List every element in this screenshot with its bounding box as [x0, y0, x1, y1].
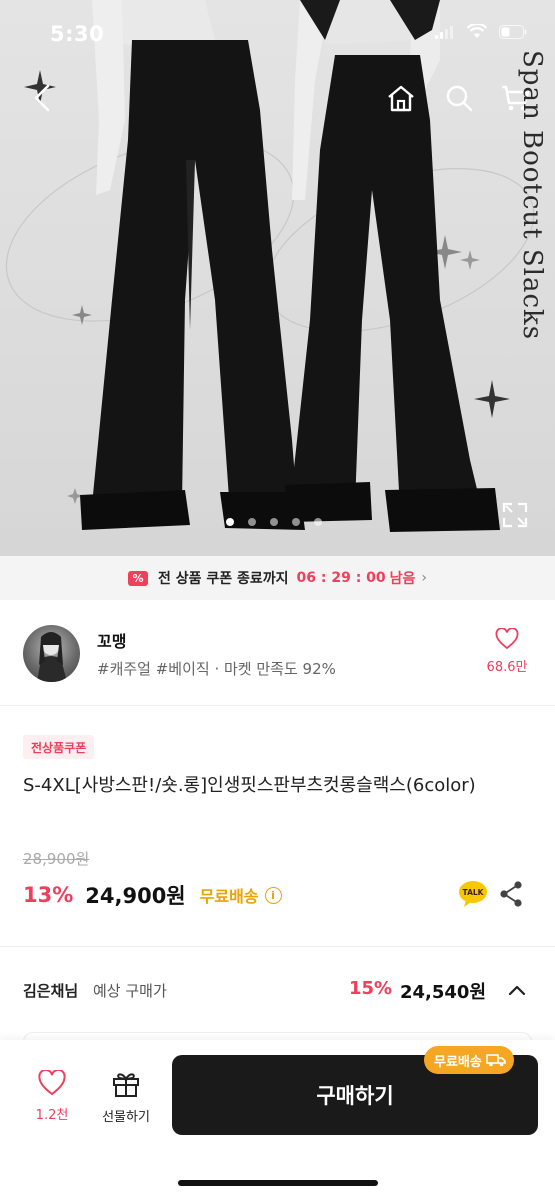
home-button[interactable] — [383, 80, 419, 116]
carousel-dot[interactable] — [226, 518, 234, 526]
coupon-icon: % — [127, 570, 148, 586]
carousel-indicator — [226, 518, 322, 526]
shop-name[interactable]: 꼬맹 — [97, 628, 126, 652]
expected-discount: 15% — [349, 978, 393, 999]
carousel-dot[interactable] — [292, 518, 300, 526]
coupon-timer: 06 : 29 : 00 — [296, 570, 386, 586]
bottom-action-bar: 1.2천 선물하기 구매하기 무료배송 — [0, 1040, 555, 1200]
expected-price: 24,540원 — [400, 982, 487, 1003]
discount-rate: 13% — [23, 883, 74, 907]
free-shipping-pill: 무료배송 — [424, 1046, 514, 1074]
search-icon — [446, 85, 473, 112]
back-button[interactable] — [24, 80, 60, 116]
free-shipping-label: 무료배송 — [199, 887, 259, 906]
home-indicator — [178, 1180, 378, 1186]
product-title: S-4XL[사방스판!/숏.롱]인생핏스판부츠컷롱슬랙스(6color) — [23, 775, 476, 796]
expand-icon — [502, 502, 528, 528]
price-row: 13% 24,900원 무료배송 i — [23, 880, 282, 910]
truck-icon — [486, 1054, 506, 1067]
shop-avatar[interactable] — [23, 625, 80, 682]
status-bar: 5:30 — [0, 0, 555, 70]
shop-info[interactable]: 꼬맹 #캐주얼 #베이직 · 마켓 만족도 92% 68.6만 — [0, 600, 555, 706]
carousel-dot[interactable] — [314, 518, 322, 526]
gift-button[interactable]: 선물하기 — [92, 1070, 160, 1125]
expected-price-label: 예상 구매가 — [93, 982, 167, 1000]
expected-price-row[interactable]: 김은채님 예상 구매가 15% 24,540원 — [0, 966, 555, 1014]
info-icon[interactable]: i — [264, 886, 282, 904]
talk-icon: TALK — [459, 881, 487, 907]
avatar-image — [37, 632, 67, 682]
gift-label: 선물하기 — [102, 1110, 150, 1125]
heart-icon — [495, 628, 519, 650]
chevron-left-icon — [34, 84, 50, 112]
coupon-countdown-banner[interactable]: % 전 상품 쿠폰 종료까지 06 : 29 : 00 남음 › — [0, 556, 555, 600]
status-icons — [435, 24, 527, 39]
coupon-badge: 전상품쿠폰 — [23, 735, 95, 759]
share-button[interactable] — [498, 880, 524, 908]
hero-side-title: Span Bootcut Slacks — [517, 50, 547, 341]
sale-price: 24,900원 — [85, 884, 186, 908]
fullscreen-button[interactable] — [500, 500, 530, 530]
carousel-dot[interactable] — [248, 518, 256, 526]
signal-icon — [435, 25, 453, 39]
chevron-right-icon: › — [421, 570, 428, 586]
like-button[interactable]: 1.2천 — [26, 1070, 78, 1123]
original-price: 28,900원 — [23, 850, 90, 868]
search-button[interactable] — [441, 80, 477, 116]
kakaotalk-button[interactable]: TALK — [458, 880, 488, 908]
battery-icon — [499, 24, 527, 39]
coupon-timer-suffix: 남음 — [389, 571, 416, 587]
chevron-up-icon[interactable] — [505, 980, 529, 1000]
carousel-dot[interactable] — [270, 518, 278, 526]
user-name: 김은채님 — [23, 982, 79, 1000]
talk-icon-label: TALK — [463, 888, 485, 897]
gift-icon — [113, 1073, 139, 1097]
shop-like-count: 68.6만 — [486, 660, 528, 675]
product-image-carousel[interactable]: 5:30 Span Bootcut Slacks — [0, 0, 555, 556]
shop-tags: #캐주얼 #베이직 · 마켓 만족도 92% — [97, 660, 336, 678]
like-count: 1.2천 — [35, 1108, 69, 1123]
home-icon — [388, 85, 414, 112]
coupon-banner-text: 전 상품 쿠폰 종료까지 — [157, 571, 289, 587]
wifi-icon — [467, 24, 487, 38]
share-icon — [500, 881, 522, 907]
shop-like-button[interactable]: 68.6만 — [475, 628, 539, 678]
heart-icon — [38, 1070, 66, 1096]
section-divider — [0, 946, 555, 947]
status-time: 5:30 — [50, 22, 105, 46]
free-shipping-pill-label: 무료배송 — [434, 1054, 482, 1070]
